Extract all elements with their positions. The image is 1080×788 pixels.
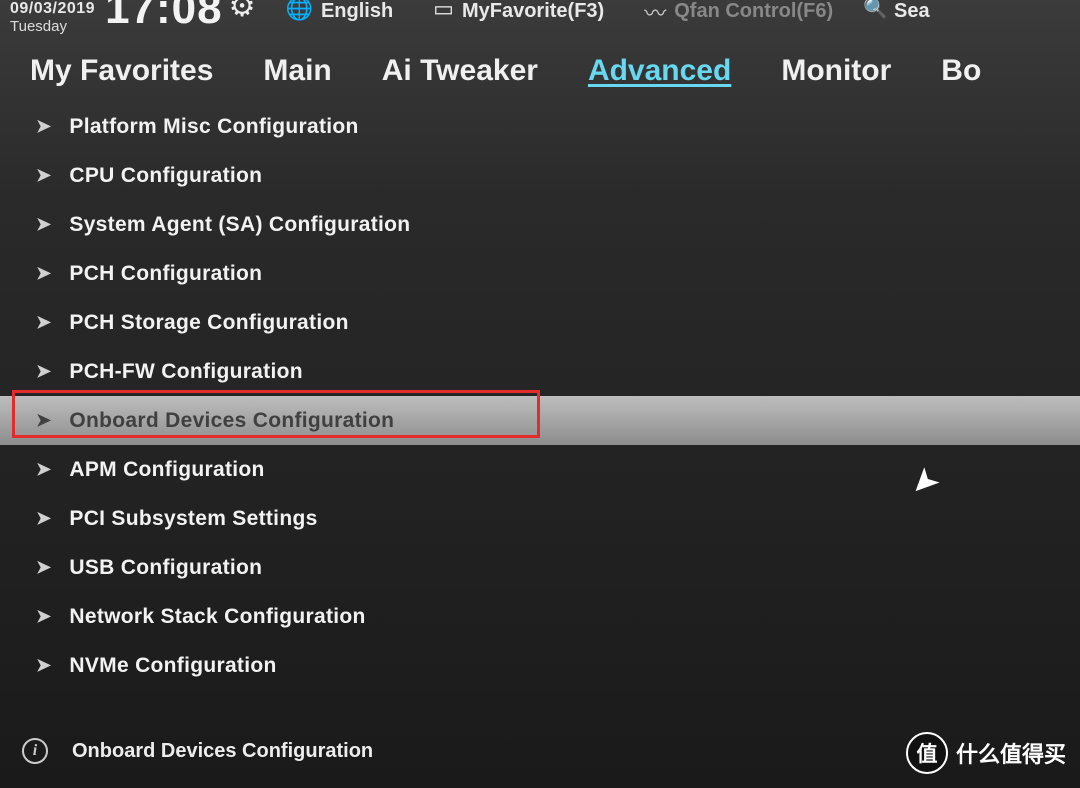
chevron-right-icon: ➤ — [36, 410, 51, 431]
menu-onboard-devices[interactable]: ➤ Onboard Devices Configuration — [0, 396, 1080, 445]
info-icon: i — [22, 738, 48, 764]
menu-label: CPU Configuration — [69, 164, 262, 188]
clock-text: 17:08 — [105, 0, 223, 25]
menu-label: PCI Subsystem Settings — [69, 507, 317, 531]
gear-icon[interactable]: ⚙ — [229, 0, 256, 17]
menu-usb-config[interactable]: ➤ USB Configuration — [0, 543, 1080, 592]
watermark-badge: 值 — [906, 732, 948, 774]
myfavorite-button[interactable]: MyFavorite(F3) — [462, 0, 604, 23]
chevron-right-icon: ➤ — [36, 312, 51, 333]
fan-icon[interactable]: 〰 — [644, 0, 666, 28]
date-text: 09/03/2019 — [10, 0, 95, 18]
tab-ai-tweaker[interactable]: Ai Tweaker — [382, 54, 538, 88]
menu-label: PCH Configuration — [69, 262, 262, 286]
help-text: Onboard Devices Configuration — [72, 740, 373, 763]
book-icon[interactable]: ▭ — [433, 0, 454, 22]
search-icon[interactable]: 🔍 — [863, 0, 888, 21]
menu-platform-misc[interactable]: ➤ Platform Misc Configuration — [0, 102, 1080, 151]
menu-label: System Agent (SA) Configuration — [69, 213, 410, 237]
menu-pch-storage[interactable]: ➤ PCH Storage Configuration — [0, 298, 1080, 347]
datetime-block: 09/03/2019 Tuesday — [10, 0, 95, 35]
menu-nvme-config[interactable]: ➤ NVMe Configuration — [0, 641, 1080, 690]
menu-cpu-config[interactable]: ➤ CPU Configuration — [0, 151, 1080, 200]
chevron-right-icon: ➤ — [36, 459, 51, 480]
tab-advanced[interactable]: Advanced — [588, 54, 731, 88]
chevron-right-icon: ➤ — [36, 606, 51, 627]
chevron-right-icon: ➤ — [36, 165, 51, 186]
menu-label: Platform Misc Configuration — [69, 115, 358, 139]
watermark: 值 什么值得买 — [906, 732, 1066, 774]
tab-my-favorites[interactable]: My Favorites — [30, 54, 213, 88]
main-tabs: My Favorites Main Ai Tweaker Advanced Mo… — [0, 40, 1080, 94]
chevron-right-icon: ➤ — [36, 508, 51, 529]
menu-label: PCH Storage Configuration — [69, 311, 348, 335]
chevron-right-icon: ➤ — [36, 655, 51, 676]
chevron-right-icon: ➤ — [36, 263, 51, 284]
chevron-right-icon: ➤ — [36, 116, 51, 137]
day-text: Tuesday — [10, 18, 95, 35]
tab-boot[interactable]: Bo — [941, 54, 981, 88]
menu-system-agent[interactable]: ➤ System Agent (SA) Configuration — [0, 200, 1080, 249]
watermark-text: 什么值得买 — [956, 737, 1066, 769]
tab-main[interactable]: Main — [263, 54, 331, 88]
menu-network-stack[interactable]: ➤ Network Stack Configuration — [0, 592, 1080, 641]
menu-label: Onboard Devices Configuration — [69, 409, 394, 433]
tab-monitor[interactable]: Monitor — [781, 54, 891, 88]
menu-label: Network Stack Configuration — [69, 605, 365, 629]
menu-label: USB Configuration — [69, 556, 262, 580]
menu-pch-config[interactable]: ➤ PCH Configuration — [0, 249, 1080, 298]
menu-pch-fw[interactable]: ➤ PCH-FW Configuration — [0, 347, 1080, 396]
qfan-button[interactable]: Qfan Control(F6) — [674, 0, 833, 23]
chevron-right-icon: ➤ — [36, 361, 51, 382]
language-button[interactable]: English — [321, 0, 393, 23]
globe-icon[interactable]: 🌐 — [286, 0, 313, 22]
menu-label: PCH-FW Configuration — [69, 360, 302, 384]
menu-label: NVMe Configuration — [69, 654, 276, 678]
menu-pci-subsystem[interactable]: ➤ PCI Subsystem Settings — [0, 494, 1080, 543]
search-button[interactable]: Sea — [894, 0, 930, 23]
chevron-right-icon: ➤ — [36, 214, 51, 235]
chevron-right-icon: ➤ — [36, 557, 51, 578]
menu-label: APM Configuration — [69, 458, 264, 482]
bios-top-bar: 09/03/2019 Tuesday 17:08 ⚙ 🌐 English ▭ M… — [0, 0, 1080, 40]
advanced-menu: ➤ Platform Misc Configuration ➤ CPU Config… — [0, 94, 1080, 690]
